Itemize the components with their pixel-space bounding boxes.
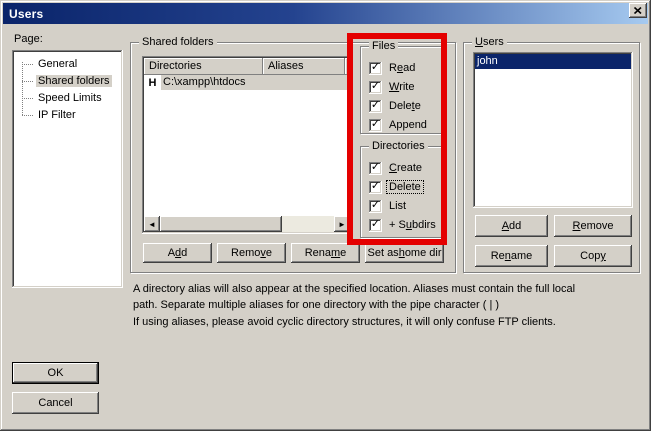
tree-item-general[interactable]: General xyxy=(14,56,121,73)
alias-note-line1: A directory alias will also appear at th… xyxy=(133,281,638,297)
page-tree: General Shared folders Speed Limits IP F… xyxy=(12,50,123,288)
shared-folders-list[interactable]: Directories Aliases H C:\xampp\htdocs ◄ … xyxy=(142,56,352,234)
folder-rename-button[interactable]: Rename xyxy=(291,243,360,263)
cyclic-warning-note: If using aliases, please avoid cyclic di… xyxy=(133,314,638,330)
tree-item-label: IP Filter xyxy=(36,109,78,121)
user-copy-button[interactable]: Copy xyxy=(554,245,632,267)
red-highlight-rectangle xyxy=(347,33,447,245)
tree-item-label: Speed Limits xyxy=(36,92,104,104)
list-header: Directories Aliases xyxy=(144,58,350,75)
shared-folders-group-label: Shared folders xyxy=(139,36,217,48)
table-row[interactable]: H C:\xampp\htdocs xyxy=(144,75,350,90)
close-icon xyxy=(634,7,642,14)
tree-item-speed-limits[interactable]: Speed Limits xyxy=(14,90,121,107)
alias-note-line2: path. Separate multiple aliases for one … xyxy=(133,297,638,313)
titlebar[interactable]: Users xyxy=(3,3,648,24)
directory-path: C:\xampp\htdocs xyxy=(161,75,350,90)
scroll-left-icon[interactable]: ◄ xyxy=(144,216,160,232)
users-group-label: Users xyxy=(472,36,507,48)
window-title: Users xyxy=(9,7,43,21)
tree-item-shared-folders[interactable]: Shared folders xyxy=(14,73,121,90)
scrollbar-track[interactable] xyxy=(282,216,334,232)
users-dialog: Users Page: General Shared folders Speed… xyxy=(0,0,651,431)
user-add-button[interactable]: Add xyxy=(475,215,548,237)
user-name: john xyxy=(477,55,498,67)
alias-note: A directory alias will also appear at th… xyxy=(133,281,638,313)
cancel-button[interactable]: Cancel xyxy=(12,392,99,414)
home-flag: H xyxy=(144,77,161,89)
users-list[interactable]: john xyxy=(473,52,633,208)
set-as-home-dir-button[interactable]: Set as home dir xyxy=(365,243,444,263)
column-header-directories[interactable]: Directories xyxy=(144,58,263,75)
ok-button[interactable]: OK xyxy=(12,362,99,384)
folder-add-button[interactable]: Add xyxy=(143,243,212,263)
horizontal-scrollbar[interactable]: ◄ ► xyxy=(144,216,350,232)
folder-remove-button[interactable]: Remove xyxy=(217,243,286,263)
tree-item-label: General xyxy=(36,58,79,70)
close-button[interactable] xyxy=(629,3,647,18)
scrollbar-thumb[interactable] xyxy=(160,216,282,232)
column-header-aliases[interactable]: Aliases xyxy=(263,58,345,75)
tree-item-label: Shared folders xyxy=(36,75,112,87)
page-label: Page: xyxy=(14,33,43,45)
user-rename-button[interactable]: Rename xyxy=(475,245,548,267)
user-remove-button[interactable]: Remove xyxy=(554,215,632,237)
tree-item-ip-filter[interactable]: IP Filter xyxy=(14,107,121,124)
list-item-user[interactable]: john xyxy=(475,54,631,69)
